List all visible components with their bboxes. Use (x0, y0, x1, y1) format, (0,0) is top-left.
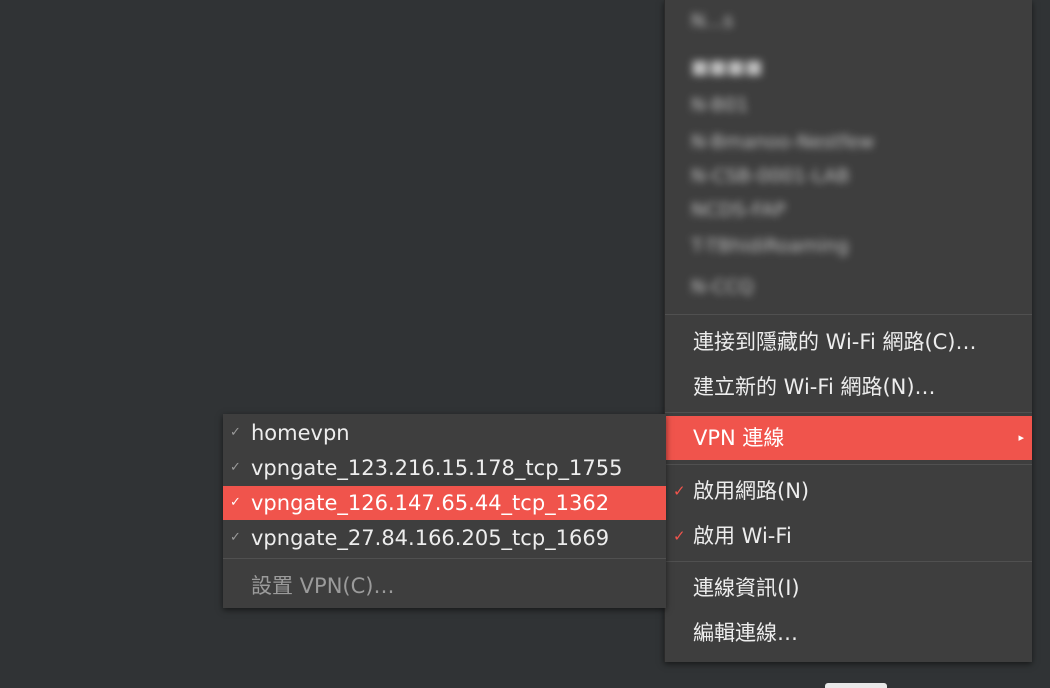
enable-networking-item[interactable]: ✓ 啟用網路(N) (665, 469, 1032, 513)
vpn-item-highlighted[interactable]: ✓ vpngate_126.147.65.44_tcp_1362 (223, 486, 666, 520)
check-icon: ✓ (230, 530, 241, 545)
connection-info-label: 連線資訊(I) (693, 576, 800, 600)
wifi-network-item[interactable]: NCDS-FAP (691, 199, 786, 225)
connect-hidden-wifi-label: 連接到隱藏的 Wi-Fi 網路(C)… (693, 330, 977, 354)
create-new-wifi-item[interactable]: 建立新的 Wi-Fi 網路(N)… (665, 365, 1032, 409)
vpn-item-label: vpngate_123.216.15.178_tcp_1755 (251, 456, 623, 480)
wifi-network-item[interactable]: N...s (691, 10, 733, 36)
check-icon: ✓ (230, 460, 241, 475)
menu-separator (665, 412, 1032, 413)
edit-connections-label: 編輯連線… (693, 621, 798, 645)
wifi-network-item[interactable]: N-CSB-0001-LAB (691, 165, 850, 191)
vpn-connections-item[interactable]: VPN 連線 ▸ (665, 416, 1032, 460)
vpn-item-label: vpngate_27.84.166.205_tcp_1669 (251, 526, 610, 550)
check-icon: ✓ (230, 495, 241, 510)
menu-separator (223, 558, 666, 559)
enable-wifi-label: 啟用 Wi-Fi (693, 524, 792, 548)
vpn-item-homevpn[interactable]: ✓ homevpn (223, 416, 666, 450)
panel-indicator (825, 683, 887, 688)
menu-separator (665, 464, 1032, 465)
vpn-connections-label: VPN 連線 (693, 426, 785, 450)
wifi-network-item[interactable]: N-Bmanoo-Nestfew (691, 131, 874, 157)
wifi-network-item[interactable]: N-CCQ (691, 276, 754, 302)
vpn-submenu: ✓ homevpn ✓ vpngate_123.216.15.178_tcp_1… (223, 414, 666, 608)
submenu-arrow-icon: ▸ (1018, 431, 1024, 444)
wifi-network-item[interactable]: ■■■■ (691, 56, 763, 82)
create-new-wifi-label: 建立新的 Wi-Fi 網路(N)… (693, 375, 936, 399)
connection-info-item[interactable]: 連線資訊(I) (665, 566, 1032, 610)
vpn-item[interactable]: ✓ vpngate_27.84.166.205_tcp_1669 (223, 521, 666, 555)
check-icon: ✓ (673, 527, 686, 545)
enable-networking-label: 啟用網路(N) (693, 479, 810, 503)
enable-wifi-item[interactable]: ✓ 啟用 Wi-Fi (665, 514, 1032, 558)
check-icon: ✓ (230, 425, 241, 440)
wifi-network-item[interactable]: N-B01 (691, 94, 749, 120)
menu-separator (665, 561, 1032, 562)
vpn-item-label: vpngate_126.147.65.44_tcp_1362 (251, 491, 610, 515)
connect-hidden-wifi-item[interactable]: 連接到隱藏的 Wi-Fi 網路(C)… (665, 320, 1032, 364)
check-icon: ✓ (673, 482, 686, 500)
network-menu: N...s ■■■■ N-B01 N-Bmanoo-Nestfew N-CSB-… (664, 0, 1032, 662)
configure-vpn-label: 設置 VPN(C)… (251, 574, 395, 598)
configure-vpn-item[interactable]: 設置 VPN(C)… (223, 569, 666, 603)
edit-connections-item[interactable]: 編輯連線… (665, 611, 1032, 655)
menu-separator (665, 314, 1032, 315)
vpn-item[interactable]: ✓ vpngate_123.216.15.178_tcp_1755 (223, 451, 666, 485)
wifi-network-item[interactable]: T-TBhidiRoaming (691, 235, 849, 261)
vpn-item-label: homevpn (251, 421, 350, 445)
